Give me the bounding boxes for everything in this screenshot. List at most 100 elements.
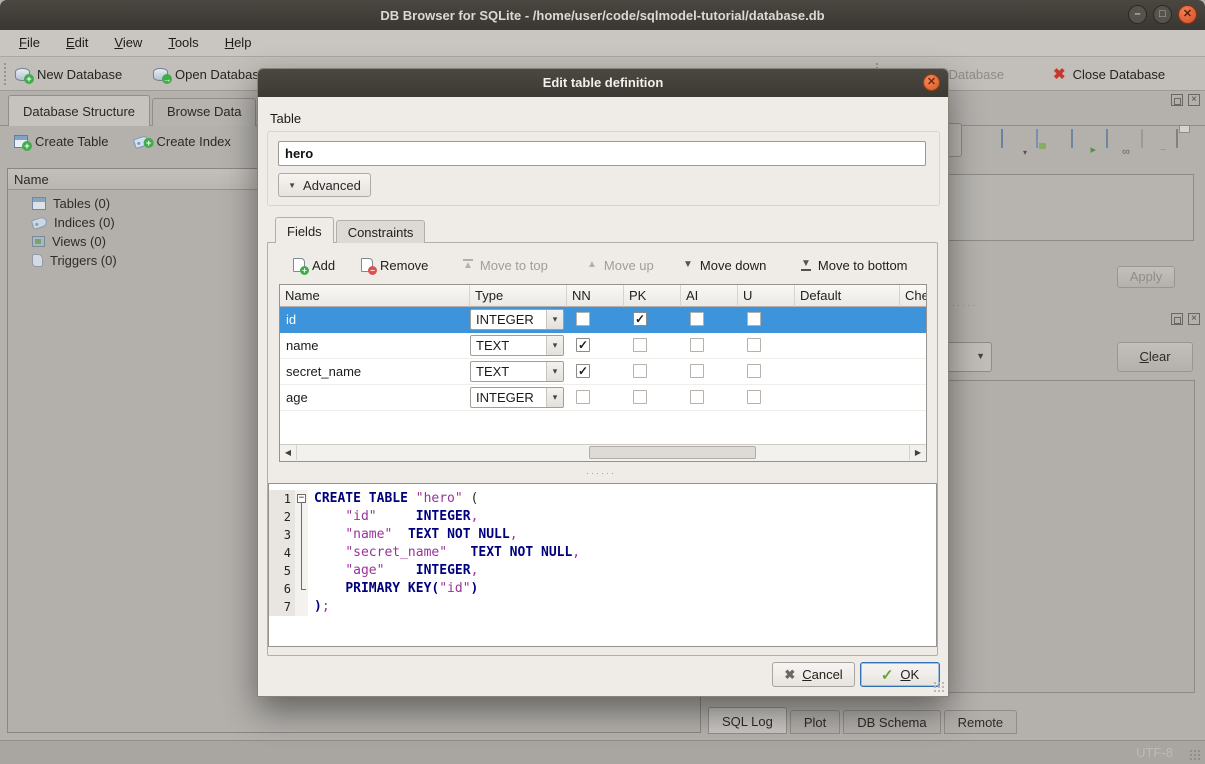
check-cell xyxy=(900,385,927,410)
open-database-button[interactable]: → Open Database xyxy=(153,62,266,86)
menu-help[interactable]: Help xyxy=(212,30,265,56)
field-row-age[interactable]: ageINTEGER▾ xyxy=(280,385,926,411)
menu-file[interactable]: File xyxy=(6,30,53,56)
type-select[interactable]: TEXT▾ xyxy=(470,335,564,356)
fold-marker xyxy=(295,562,308,580)
window-title: DB Browser for SQLite - /home/user/code/… xyxy=(380,8,824,23)
nn-checkbox[interactable] xyxy=(576,312,590,326)
dialog-tab-fields[interactable]: Fields xyxy=(275,217,334,243)
field-name: id xyxy=(280,307,470,332)
dialog-close-button[interactable]: ✕ xyxy=(923,74,940,91)
close-database-button[interactable]: ✖ Close Database xyxy=(1053,62,1165,86)
dock-close-icon[interactable]: × xyxy=(1188,94,1200,106)
tab-remote[interactable]: Remote xyxy=(944,710,1018,734)
type-select[interactable]: INTEGER▾ xyxy=(470,387,564,408)
move-up-icon: ▲ xyxy=(587,260,597,270)
pk-checkbox[interactable] xyxy=(633,390,647,404)
menu-view[interactable]: View xyxy=(101,30,155,56)
grid-sql-splitter[interactable]: ······ xyxy=(586,468,616,478)
scroll-right-icon[interactable]: ▶ xyxy=(909,445,926,460)
dock-float-icon[interactable] xyxy=(1171,313,1183,325)
cell-editor-textarea[interactable] xyxy=(948,174,1194,241)
type-select[interactable]: TEXT▾ xyxy=(470,361,564,382)
window-minimize-button[interactable]: – xyxy=(1128,5,1147,24)
ai-checkbox[interactable] xyxy=(690,338,704,352)
import-file-icon[interactable] xyxy=(1001,130,1023,150)
cancel-button[interactable]: ✖ Cancel xyxy=(772,662,855,687)
remove-button[interactable]: −Remove xyxy=(361,253,428,277)
ai-checkbox[interactable] xyxy=(690,390,704,404)
dock-float-icon[interactable] xyxy=(1171,94,1183,106)
link-icon[interactable] xyxy=(1106,130,1128,150)
field-row-name[interactable]: nameTEXT▾✓ xyxy=(280,333,926,359)
chevron-down-icon: ▾ xyxy=(546,310,563,329)
tab-sql-log[interactable]: SQL Log xyxy=(708,707,787,734)
resize-grip[interactable] xyxy=(1189,749,1201,761)
scroll-left-icon[interactable]: ◀ xyxy=(280,445,297,460)
move-down-button[interactable]: ▼Move down xyxy=(683,253,766,277)
type-select[interactable]: INTEGER▾ xyxy=(470,309,564,330)
nn-checkbox[interactable]: ✓ xyxy=(576,364,590,378)
cell-editor-toolbar xyxy=(966,122,1198,158)
tab-browse-data[interactable]: Browse Data xyxy=(152,98,256,126)
line-number: 1 xyxy=(269,490,295,508)
tab-db-schema[interactable]: DB Schema xyxy=(843,710,940,734)
window-close-button[interactable]: ✕ xyxy=(1178,5,1197,24)
check-cell xyxy=(900,359,927,384)
sql-line: 6 PRIMARY KEY("id") xyxy=(269,580,936,598)
fold-marker xyxy=(295,580,308,598)
dialog-resize-grip[interactable] xyxy=(933,681,945,693)
set-null-icon[interactable] xyxy=(1141,130,1163,150)
index-icon xyxy=(31,215,48,229)
nn-checkbox[interactable]: ✓ xyxy=(576,338,590,352)
pk-checkbox[interactable] xyxy=(633,338,647,352)
menu-tools[interactable]: Tools xyxy=(155,30,211,56)
grid-horizontal-scrollbar[interactable]: ◀ ▶ xyxy=(280,444,926,461)
field-row-id[interactable]: idINTEGER▾ ✓ xyxy=(280,307,926,333)
clear-button[interactable]: Clear xyxy=(1117,342,1193,372)
sql-line: 4 "secret_name" TEXT NOT NULL, xyxy=(269,544,936,562)
window-maximize-button[interactable]: □ xyxy=(1153,5,1172,24)
move-to-bottom-button[interactable]: ▼Move to bottom xyxy=(801,253,908,277)
ai-checkbox[interactable] xyxy=(690,312,704,326)
fold-marker[interactable]: − xyxy=(295,490,308,508)
new-database-button[interactable]: + New Database xyxy=(15,62,122,86)
trigger-icon xyxy=(32,254,43,267)
create-table-button[interactable]: + Create Table xyxy=(14,134,108,149)
add-button[interactable]: +Add xyxy=(293,253,335,277)
column-header-check: Check xyxy=(900,285,927,307)
u-checkbox[interactable] xyxy=(747,364,761,378)
scrollbar-thumb[interactable] xyxy=(589,446,756,459)
export-file-icon[interactable] xyxy=(1036,130,1058,150)
print-icon[interactable] xyxy=(1176,130,1198,150)
default-cell xyxy=(795,307,900,332)
word-wrap-icon[interactable] xyxy=(966,130,988,150)
cancel-label: Cancel xyxy=(802,667,842,682)
table-name-input[interactable] xyxy=(278,141,926,166)
nn-checkbox[interactable] xyxy=(576,390,590,404)
pk-checkbox[interactable]: ✓ xyxy=(633,312,647,326)
tab-plot[interactable]: Plot xyxy=(790,710,840,734)
sql-log-view[interactable] xyxy=(948,380,1195,693)
u-checkbox[interactable] xyxy=(747,390,761,404)
column-header-type: Type xyxy=(470,285,567,307)
pk-checkbox[interactable] xyxy=(633,364,647,378)
table-label: Table xyxy=(270,111,301,126)
advanced-button[interactable]: ▼ Advanced xyxy=(278,173,371,197)
u-checkbox[interactable] xyxy=(747,312,761,326)
ok-button[interactable]: ✓ OK xyxy=(860,662,940,687)
menu-edit[interactable]: Edit xyxy=(53,30,101,56)
field-row-secret-name[interactable]: secret_nameTEXT▾✓ xyxy=(280,359,926,385)
sql-line: 1−CREATE TABLE "hero" ( xyxy=(269,490,936,508)
collapse-icon[interactable]: − xyxy=(297,494,306,503)
ok-label: OK xyxy=(900,667,919,682)
toolbar-drag-handle[interactable] xyxy=(4,63,10,85)
dialog-tab-constraints[interactable]: Constraints xyxy=(336,220,426,243)
sql-preview: 1−CREATE TABLE "hero" (2 "id" INTEGER,3 … xyxy=(268,483,937,647)
tab-database-structure[interactable]: Database Structure xyxy=(8,95,150,126)
u-checkbox[interactable] xyxy=(747,338,761,352)
ai-checkbox[interactable] xyxy=(690,364,704,378)
create-index-button[interactable]: + Create Index xyxy=(134,134,230,149)
open-external-icon[interactable] xyxy=(1071,130,1093,150)
dock-close-icon[interactable]: × xyxy=(1188,313,1200,325)
